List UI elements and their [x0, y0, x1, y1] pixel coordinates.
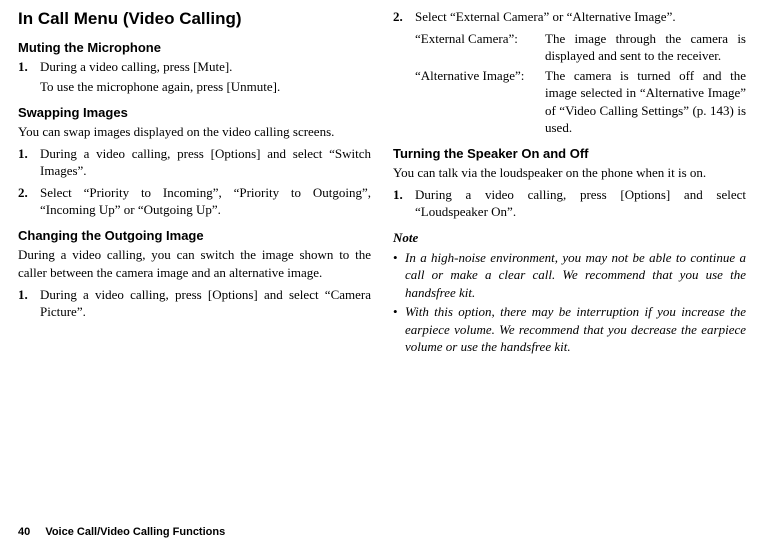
note-item: With this option, there may be interrupt… [393, 303, 746, 356]
step-marker: 1. [18, 58, 28, 76]
step-marker: 2. [393, 8, 403, 26]
step-marker: 1. [18, 145, 28, 163]
page-footer: 40 Voice Call/Video Calling Functions [18, 525, 225, 540]
note-list: In a high-noise environment, you may not… [393, 249, 746, 356]
outgoing-step-1: 1. During a video calling, press [Option… [18, 286, 371, 321]
swapping-heading: Swapping Images [18, 104, 371, 122]
page-content: In Call Menu (Video Calling) Muting the … [0, 0, 764, 368]
note-heading: Note [393, 229, 746, 247]
swapping-step-2: 2. Select “Priority to Incoming”, “Prior… [18, 184, 371, 219]
step-marker: 1. [393, 186, 403, 204]
speaker-step-1: 1. During a video calling, press [Option… [393, 186, 746, 221]
definition-row: “Alternative Image”: The camera is turne… [415, 67, 746, 137]
step-text: Select “Priority to Incoming”, “Priority… [40, 185, 371, 218]
select-step-2: 2. Select “External Camera” or “Alternat… [393, 8, 746, 26]
definition-desc: The camera is turned off and the image s… [545, 67, 746, 137]
muting-steps: 1. During a video calling, press [Mute].… [18, 58, 371, 95]
speaker-steps: 1. During a video calling, press [Option… [393, 186, 746, 221]
step-marker: 2. [18, 184, 28, 202]
speaker-heading: Turning the Speaker On and Off [393, 145, 746, 163]
muting-heading: Muting the Microphone [18, 39, 371, 57]
definition-term: “External Camera”: [415, 30, 545, 48]
definition-desc: The image through the camera is displaye… [545, 30, 746, 65]
speaker-intro: You can talk via the loudspeaker on the … [393, 164, 746, 182]
step-text: During a video calling, press [Options] … [415, 187, 746, 220]
swapping-step-1: 1. During a video calling, press [Option… [18, 145, 371, 180]
outgoing-intro: During a video calling, you can switch t… [18, 246, 371, 281]
footer-chapter: Voice Call/Video Calling Functions [45, 526, 225, 538]
step-marker: 1. [18, 286, 28, 304]
left-column: In Call Menu (Video Calling) Muting the … [18, 8, 371, 358]
muting-step-1: 1. During a video calling, press [Mute].… [18, 58, 371, 95]
step-text: During a video calling, press [Mute]. [40, 59, 232, 74]
page-title: In Call Menu (Video Calling) [18, 8, 371, 31]
swapping-intro: You can swap images displayed on the vid… [18, 123, 371, 141]
definition-term: “Alternative Image”: [415, 67, 545, 85]
step-text: During a video calling, press [Options] … [40, 146, 371, 179]
right-column: 2. Select “External Camera” or “Alternat… [393, 8, 746, 358]
step-text: Select “External Camera” or “Alternative… [415, 9, 676, 24]
step-text: During a video calling, press [Options] … [40, 287, 371, 320]
swapping-steps: 1. During a video calling, press [Option… [18, 145, 371, 219]
select-steps: 2. Select “External Camera” or “Alternat… [393, 8, 746, 26]
page-number: 40 [18, 526, 30, 538]
definition-list: “External Camera”: The image through the… [415, 30, 746, 137]
outgoing-heading: Changing the Outgoing Image [18, 227, 371, 245]
outgoing-steps: 1. During a video calling, press [Option… [18, 286, 371, 321]
note-item: In a high-noise environment, you may not… [393, 249, 746, 302]
step-subtext: To use the microphone again, press [Unmu… [40, 78, 371, 96]
definition-row: “External Camera”: The image through the… [415, 30, 746, 65]
